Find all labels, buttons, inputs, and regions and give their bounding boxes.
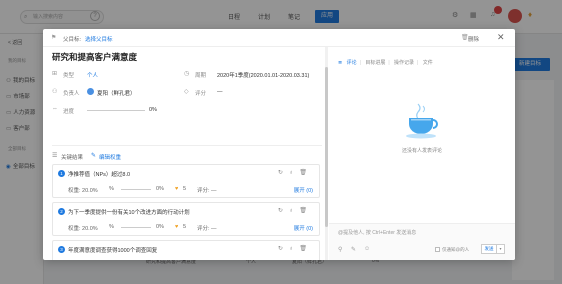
key-result-name[interactable]: 为下一季度提供一份有关10个改进方面的行动计划 xyxy=(68,208,190,216)
heart-icon[interactable]: ♥ xyxy=(175,224,178,230)
key-result-pct: 0% xyxy=(156,224,164,230)
tab-icon: ≣ xyxy=(338,60,343,66)
key-result-pct: 0% xyxy=(156,186,164,192)
empty-comments-text: 还没有人发表评论 xyxy=(401,148,442,154)
divider xyxy=(52,145,322,146)
list-icon: ☰ xyxy=(52,153,58,159)
close-icon[interactable]: ✕ xyxy=(497,32,505,43)
key-result-hearts: 5 xyxy=(183,186,187,192)
tag-icon: ◇ xyxy=(184,89,189,95)
comment-box[interactable]: @提及他人, 按 Ctrl+Enter 发送消息 ⚲ ✎ ☺ 仅通知@的人 发送… xyxy=(329,223,515,260)
goal-detail-panel: 研究和提高客户满意度 ⊞ 类型 个人 ◷ 周期 2020年1季度(2020.01… xyxy=(43,47,325,260)
key-result-actions: ↻♁🗑 xyxy=(278,169,313,176)
type-label: 类型 xyxy=(63,73,75,79)
notify-checkbox[interactable] xyxy=(435,247,440,252)
scrollbar-thumb[interactable] xyxy=(325,67,328,227)
owner-value[interactable]: 夏阳（鲜孔君） xyxy=(97,89,136,97)
select-parent-goal-link[interactable]: 选择父目标 xyxy=(85,35,113,43)
type-icon: ⊞ xyxy=(52,71,58,77)
bulb-icon[interactable]: ♁ xyxy=(289,208,300,214)
bulb-icon[interactable]: ♁ xyxy=(289,246,300,252)
key-result-expand-link[interactable]: 展开 (0) xyxy=(294,224,313,232)
key-result-weight: 权重: 20.0% xyxy=(68,188,98,194)
progress-icon: ⇔ xyxy=(52,106,58,112)
goal-detail-modal: ⚑ 父目标: 选择父目标 🗑 删除 ✕ 研究和提高客户满意度 ⊞ 类型 个人 ◷… xyxy=(43,29,515,260)
key-result-expand-link[interactable]: 展开 (0) xyxy=(294,186,313,194)
key-result-number: 3 xyxy=(58,246,65,253)
score-label: 评分 xyxy=(195,91,207,97)
key-result-card[interactable]: 1 净推荐值（NPs）超过8.0 ↻♁🗑 权重: 20.0%% 0% ♥ 5 评分: — 展开 … xyxy=(52,164,320,198)
tab-files[interactable]: 文件 xyxy=(423,60,433,66)
attachment-icon[interactable]: ⚲ xyxy=(338,246,342,253)
key-result-actions: ↻♁🗑 xyxy=(278,245,313,252)
key-result-pct-label: % xyxy=(109,186,114,192)
period-label: 周期 xyxy=(195,73,207,79)
owner-icon: ⚇ xyxy=(52,89,58,95)
edit-weight-button[interactable]: 编辑权重 xyxy=(99,153,121,161)
progress-label: 进度 xyxy=(63,109,75,115)
comments-panel: ≣ 评论 | 目标进展 | 操作记录 | 文件 还没有人发表评论 @提及他人, 按 C… xyxy=(329,47,515,260)
delete-button[interactable]: 删除 xyxy=(468,35,479,43)
owner-avatar xyxy=(87,88,94,95)
bulb-icon[interactable]: ♁ xyxy=(289,170,300,176)
trash-icon[interactable]: 🗑 xyxy=(299,246,313,252)
notify-label: 仅通知@的人 xyxy=(442,247,470,252)
tab-progress[interactable]: 目标进展 xyxy=(365,60,385,66)
key-result-card[interactable]: 2 为下一季度提供一份有关10个改进方面的行动计划 ↻♁🗑 权重: 20.0%% 0% ♥… xyxy=(52,202,320,236)
parent-goal-label: 父目标: xyxy=(63,37,82,43)
key-result-progress-bar[interactable] xyxy=(121,227,151,228)
key-result-number: 2 xyxy=(58,208,65,215)
key-result-progress-bar[interactable] xyxy=(121,189,151,190)
edit-icon[interactable]: ✎ xyxy=(91,152,96,159)
empty-teacup-icon xyxy=(406,103,438,139)
key-result-card[interactable]: 3年度满意度调查获得1000个调查回复↻♁🗑权重: 20.0%%0%♥5评分: … xyxy=(52,240,320,260)
tab-comments[interactable]: 评论 xyxy=(347,60,357,66)
tab-history[interactable]: 操作记录 xyxy=(394,60,414,66)
scrollbar[interactable] xyxy=(325,47,328,260)
period-value[interactable]: 2020年1季度(2020.01.01-2020.03.31) xyxy=(217,71,309,79)
key-result-number: 1 xyxy=(58,170,65,177)
clock-icon: ◷ xyxy=(184,71,190,77)
progress-bar[interactable] xyxy=(87,110,145,111)
comment-input[interactable]: @提及他人, 按 Ctrl+Enter 发送消息 xyxy=(338,229,416,236)
key-result-weight: 权重: 20.0% xyxy=(68,226,98,232)
key-result-pct-label: % xyxy=(109,224,114,230)
refresh-icon[interactable]: ↻ xyxy=(278,170,289,176)
key-result-name[interactable]: 净推荐值（NPs）超过8.0 xyxy=(68,170,130,178)
progress-value: 0% xyxy=(149,107,157,113)
refresh-icon[interactable]: ↻ xyxy=(278,246,289,252)
send-button[interactable]: 发送 xyxy=(481,244,497,254)
mention-icon[interactable]: ✎ xyxy=(351,246,356,253)
type-value[interactable]: 个人 xyxy=(87,71,98,79)
owner-label: 负责人 xyxy=(63,91,80,97)
refresh-icon[interactable]: ↻ xyxy=(278,208,289,214)
key-result-actions: ↻♁🗑 xyxy=(278,207,313,214)
key-result-hearts: 5 xyxy=(183,224,187,230)
trash-icon[interactable]: 🗑 xyxy=(299,208,313,214)
goal-title[interactable]: 研究和提高客户满意度 xyxy=(52,51,137,63)
modal-header: ⚑ 父目标: 选择父目标 🗑 删除 ✕ xyxy=(43,29,515,47)
comment-tabs: ≣ 评论 | 目标进展 | 操作记录 | 文件 xyxy=(338,60,433,66)
send-dropdown-button[interactable]: ▾ xyxy=(497,244,505,254)
heart-icon[interactable]: ♥ xyxy=(175,186,178,192)
key-result-score: 评分: — xyxy=(197,226,217,232)
key-result-score: 评分: — xyxy=(197,188,217,194)
parent-goal-icon: ⚑ xyxy=(51,35,57,41)
score-value: — xyxy=(217,89,223,95)
key-result-name[interactable]: 年度满意度调查获得1000个调查回复 xyxy=(68,246,157,254)
key-results-header: 关键结果 xyxy=(61,155,84,161)
trash-icon[interactable]: 🗑 xyxy=(299,170,313,176)
emoji-icon[interactable]: ☺ xyxy=(364,246,370,252)
